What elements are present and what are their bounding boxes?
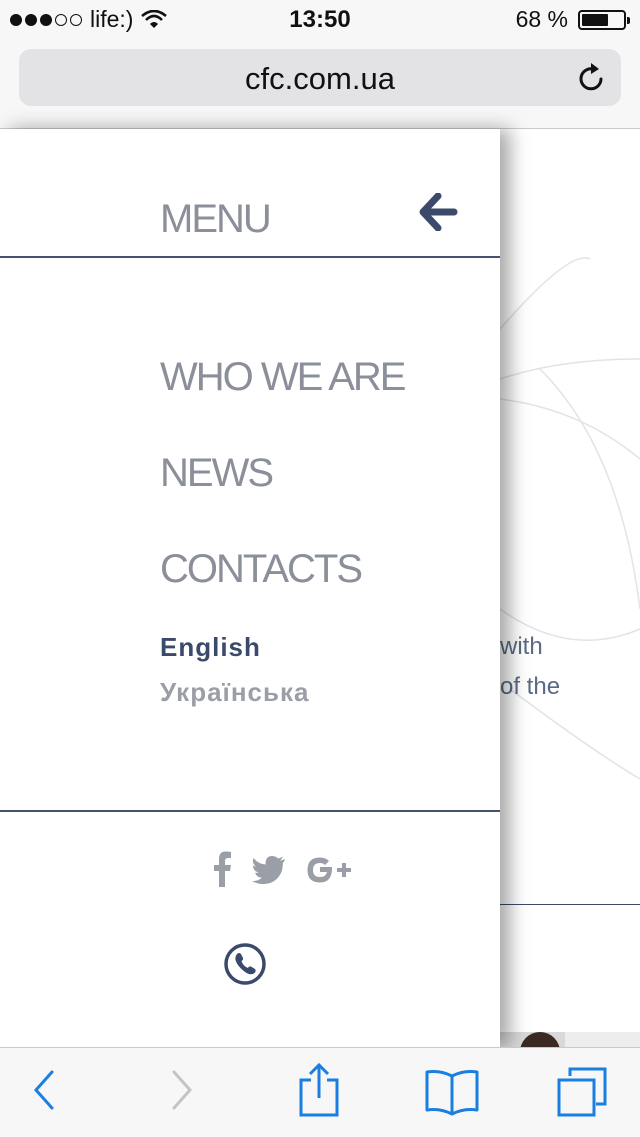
menu-item-news[interactable]: NEWS	[160, 451, 274, 496]
battery-percent: 68 %	[515, 6, 568, 32]
status-bar: life:) 13:50 68 %	[0, 0, 640, 40]
battery-icon	[578, 9, 630, 30]
menu-divider-top	[0, 256, 500, 258]
address-bar[interactable]: cfc.com.ua	[19, 49, 621, 106]
reload-icon[interactable]	[577, 61, 607, 93]
decorative-circles	[500, 257, 640, 780]
background-photo	[500, 1032, 640, 1047]
google-plus-icon[interactable]	[306, 855, 352, 885]
facebook-icon[interactable]	[210, 851, 234, 887]
battery-group: 68 %	[515, 6, 630, 33]
menu-item-contacts[interactable]: CONTACTS	[160, 547, 363, 592]
url-text[interactable]: cfc.com.ua	[19, 61, 621, 97]
background-divider	[500, 904, 640, 905]
share-icon[interactable]	[298, 1062, 340, 1118]
background-text-line: with	[500, 633, 543, 660]
bookmarks-icon[interactable]	[424, 1068, 480, 1116]
tabs-icon[interactable]	[556, 1066, 608, 1118]
browser-address-area: cfc.com.ua	[0, 40, 640, 129]
menu-title: MENU	[160, 197, 272, 241]
browser-toolbar	[0, 1047, 640, 1137]
menu-item-who-we-are[interactable]: WHO WE ARE	[160, 355, 406, 400]
background-text-line: of the	[500, 673, 561, 700]
background-page: with of the	[500, 129, 640, 1047]
language-english[interactable]: English	[160, 632, 261, 663]
twitter-icon[interactable]	[252, 855, 286, 885]
phone-icon[interactable]	[222, 941, 268, 987]
language-ukrainian[interactable]: Українська	[160, 677, 309, 708]
forward-icon[interactable]	[168, 1066, 198, 1114]
side-menu: MENU WHO WE ARE NEWS CONTACTS English Ук…	[0, 129, 500, 1047]
back-icon[interactable]	[28, 1066, 58, 1114]
arrow-left-icon[interactable]	[418, 193, 458, 231]
menu-divider-bottom	[0, 810, 500, 812]
